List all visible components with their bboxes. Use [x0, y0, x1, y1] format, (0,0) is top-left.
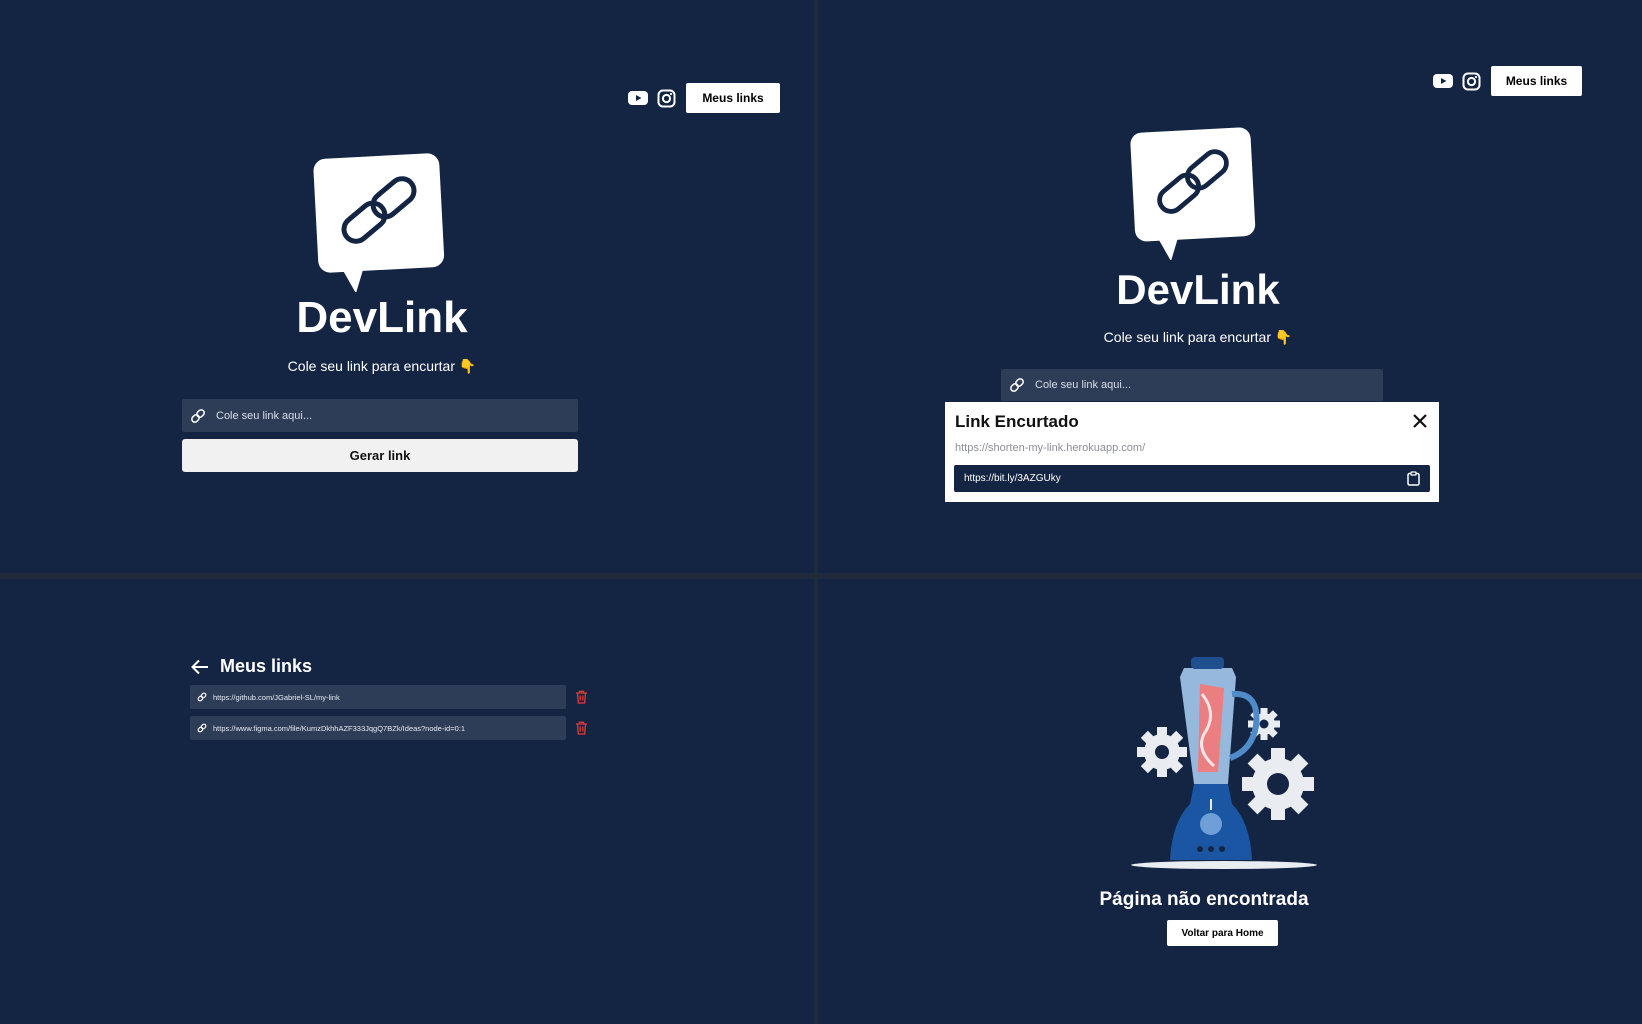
- link-input-wrapper: [182, 399, 578, 432]
- link-input[interactable]: [1033, 378, 1374, 392]
- devlink-logo: [312, 152, 446, 297]
- youtube-icon[interactable]: [627, 87, 649, 109]
- trash-icon[interactable]: [575, 721, 588, 735]
- link-url: https://www.figma.com/file/KumzDkhhAZF33…: [213, 723, 465, 733]
- my-links-panel: Meus links https://github.com/JGabriel-S…: [0, 579, 814, 1024]
- modal-panel: Meus links DevLink Cole seu link para en…: [818, 0, 1642, 573]
- modal-title: Link Encurtado: [955, 412, 1079, 431]
- trash-icon[interactable]: [575, 690, 588, 704]
- instagram-icon[interactable]: [655, 87, 677, 109]
- devlink-logo: [1129, 126, 1257, 265]
- original-url: https://shorten-my-link.herokuapp.com/: [955, 442, 1146, 454]
- link-url: https://github.com/JGabriel-SL/my-link: [213, 692, 340, 702]
- not-found-panel: Página não encontrada Voltar para Home: [818, 579, 1642, 1024]
- my-links-button[interactable]: Meus links: [686, 83, 780, 113]
- page-title: Meus links: [220, 656, 313, 676]
- clipboard-icon[interactable]: [1407, 471, 1420, 486]
- link-row: https://www.figma.com/file/KumzDkhhAZF33…: [190, 716, 588, 740]
- link-row: https://github.com/JGabriel-SL/my-link: [190, 685, 588, 709]
- shortened-link-modal: Link Encurtado https://shorten-my-link.h…: [945, 402, 1439, 502]
- short-link-box[interactable]: https://bit.ly/3AZGUky: [954, 465, 1430, 492]
- short-url: https://bit.ly/3AZGUky: [964, 473, 1061, 484]
- not-found-title: Página não encontrada: [1099, 889, 1309, 910]
- link-icon: [197, 692, 207, 702]
- generate-link-button[interactable]: Gerar link: [182, 439, 578, 472]
- back-home-button[interactable]: Voltar para Home: [1167, 920, 1278, 946]
- link-icon: [191, 408, 205, 423]
- link-input-wrapper: [1001, 369, 1383, 401]
- link-item[interactable]: https://www.figma.com/file/KumzDkhhAZF33…: [190, 716, 566, 740]
- my-links-button[interactable]: Meus links: [1491, 66, 1582, 96]
- link-item[interactable]: https://github.com/JGabriel-SL/my-link: [190, 685, 566, 709]
- home-panel: Meus links DevLink Cole seu link para en…: [0, 0, 814, 573]
- brand-title: DevLink: [1116, 266, 1280, 313]
- blender-illustration: [1131, 657, 1317, 869]
- link-icon: [1010, 378, 1024, 392]
- instagram-icon[interactable]: [1460, 70, 1482, 92]
- top-nav: Meus links: [627, 83, 780, 113]
- subtitle: Cole seu link para encurtar 👇: [1103, 329, 1293, 345]
- brand-title: DevLink: [296, 293, 468, 342]
- link-icon: [197, 723, 207, 733]
- back-arrow-icon[interactable]: [191, 659, 209, 675]
- link-input[interactable]: [214, 408, 568, 423]
- youtube-icon[interactable]: [1432, 70, 1454, 92]
- close-icon[interactable]: [1411, 412, 1429, 430]
- subtitle: Cole seu link para encurtar 👇: [287, 358, 477, 374]
- top-nav: Meus links: [1432, 66, 1582, 96]
